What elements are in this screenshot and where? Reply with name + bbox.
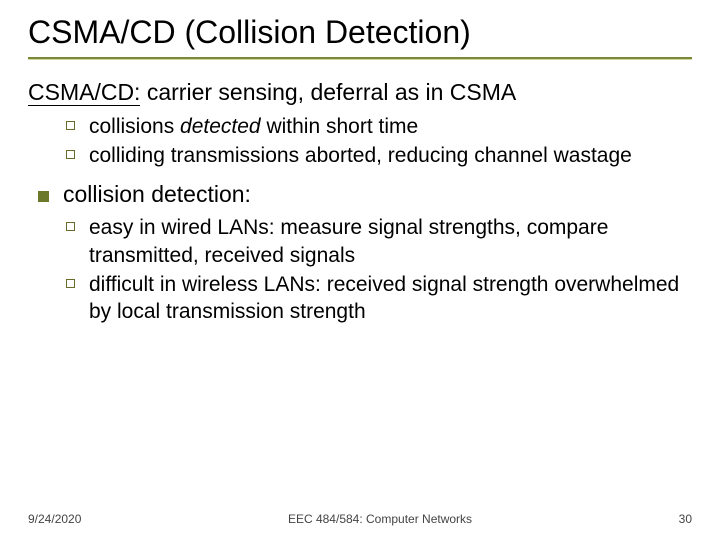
list-item: colliding transmissions aborted, reducin… (66, 142, 692, 169)
lead-underlined: CSMA/CD: (28, 79, 140, 106)
square-bullet-icon (66, 121, 75, 130)
bullet-text: colliding transmissions aborted, reducin… (89, 142, 632, 169)
text-emphasis: detected (180, 115, 261, 138)
detection-heading-row: collision detection: (28, 181, 692, 208)
slide-title: CSMA/CD (Collision Detection) (28, 10, 692, 57)
detection-heading: collision detection: (63, 181, 251, 208)
lead-line: CSMA/CD: carrier sensing, deferral as in… (28, 78, 692, 107)
bullet-text: easy in wired LANs: measure signal stren… (89, 214, 692, 269)
text-part: collisions (89, 115, 180, 138)
square-bullet-icon (66, 279, 75, 288)
slide: CSMA/CD (Collision Detection) CSMA/CD: c… (0, 0, 720, 540)
slide-footer: 9/24/2020 EEC 484/584: Computer Networks… (0, 512, 720, 526)
sub-list-b: easy in wired LANs: measure signal stren… (66, 214, 692, 325)
filled-square-bullet-icon (38, 191, 49, 202)
list-item: easy in wired LANs: measure signal stren… (66, 214, 692, 269)
square-bullet-icon (66, 150, 75, 159)
bullet-text: difficult in wireless LANs: received sig… (89, 271, 692, 326)
list-item: collisions detected within short time (66, 113, 692, 140)
title-underline (28, 57, 692, 60)
footer-page-number: 30 (632, 512, 692, 526)
list-item: difficult in wireless LANs: received sig… (66, 271, 692, 326)
text-part: within short time (261, 115, 419, 138)
sub-list-a: collisions detected within short time co… (66, 113, 692, 170)
square-bullet-icon (66, 222, 75, 231)
footer-date: 9/24/2020 (28, 512, 128, 526)
lead-rest: carrier sensing, deferral as in CSMA (140, 79, 516, 105)
bullet-text: collisions detected within short time (89, 113, 418, 140)
footer-course: EEC 484/584: Computer Networks (128, 512, 632, 526)
